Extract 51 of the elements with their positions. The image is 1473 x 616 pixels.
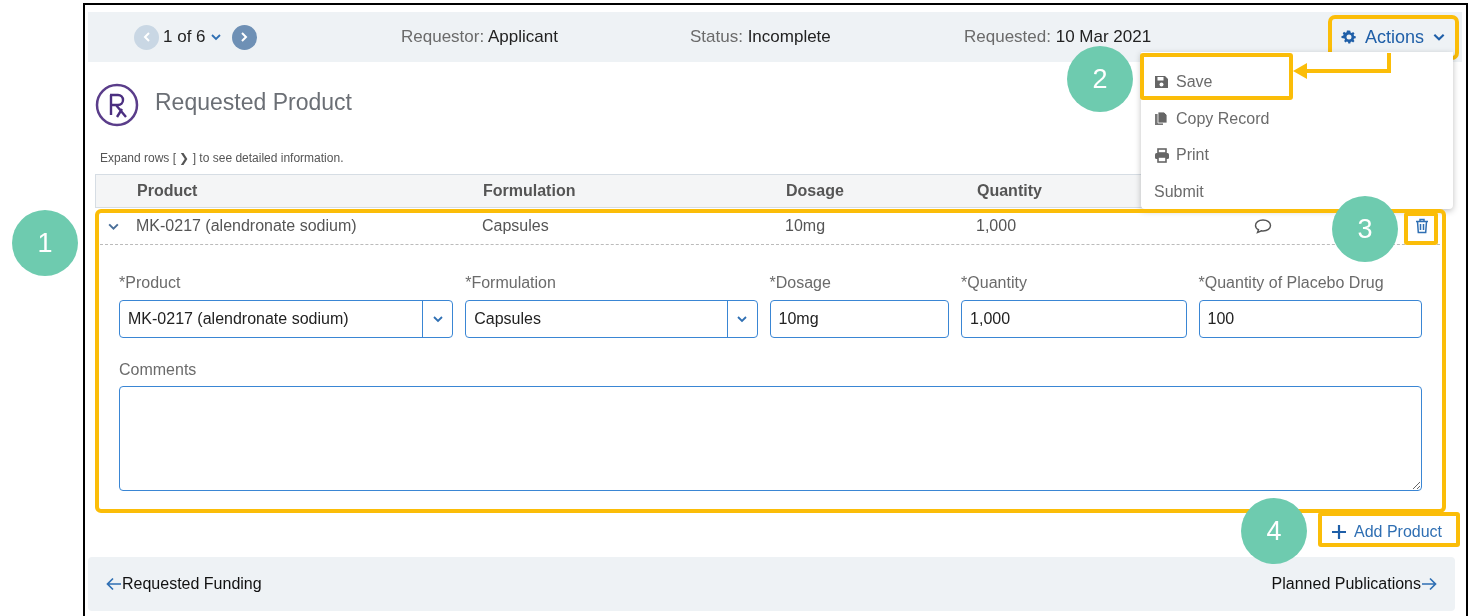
chevron-down-icon (736, 313, 748, 325)
documents-icon (1154, 111, 1170, 127)
menu-item[interactable]: Copy Record (1154, 100, 1270, 137)
header-field: Requestor: Applicant (401, 24, 690, 50)
callout-number: 2 (1067, 46, 1133, 112)
rx-logo-icon (95, 83, 139, 127)
input-field[interactable]: 1,000 (961, 300, 1187, 338)
table-cell-text: 1,000 (976, 216, 1018, 236)
field-label: Comments (119, 360, 198, 380)
arrow-left-icon (106, 577, 122, 591)
next-section-link[interactable]: Planned Publications (1271, 572, 1437, 596)
menu-item[interactable]: Submit (1154, 173, 1204, 210)
field-label: *Product (119, 273, 182, 293)
table-cell-text: 10mg (785, 216, 827, 236)
callout-number: 4 (1241, 498, 1307, 564)
comments-field[interactable] (119, 386, 1422, 491)
previous-section-link[interactable]: Requested Funding (106, 572, 262, 596)
plus-icon (1332, 525, 1346, 539)
arrow-right-icon (1421, 577, 1437, 591)
select-field[interactable]: Capsules (465, 300, 758, 338)
record-pager-dropdown[interactable]: 1 of 6 (163, 24, 222, 50)
input-field[interactable]: 100 (1198, 300, 1422, 338)
table-cell-text: MK-0217 (alendronate sodium) (136, 216, 358, 236)
column-header: Dosage (786, 181, 845, 201)
actions-button[interactable]: Actions (1331, 18, 1455, 56)
select-field[interactable]: MK-0217 (alendronate sodium) (119, 300, 454, 338)
column-header: Product (137, 181, 199, 201)
menu-item[interactable]: Print (1154, 137, 1209, 174)
field-label: *Quantity of Placebo Drug (1198, 273, 1385, 293)
speech-bubble-icon (1254, 218, 1272, 234)
comment-button[interactable] (1254, 218, 1272, 234)
column-header: Formulation (483, 181, 577, 201)
next-record-button[interactable] (231, 24, 257, 50)
delete-button[interactable] (1415, 218, 1429, 234)
hint-text: Expand rows [ ❯ ] to see detailed information. (100, 150, 344, 167)
field-label: *Quantity (961, 273, 1028, 293)
callout-number: 1 (12, 210, 78, 276)
callout-number: 3 (1332, 196, 1398, 262)
chevron-down-icon (431, 313, 444, 325)
field-label: *Formulation (465, 273, 557, 293)
trash-icon (1415, 218, 1429, 234)
gear-icon (1340, 29, 1357, 45)
header-field: Status: Incomplete (690, 24, 964, 50)
menu-item[interactable]: Save (1154, 64, 1213, 101)
section-title: Requested Product (155, 88, 352, 117)
table-cell-text: Capsules (482, 216, 550, 236)
printer-icon (1154, 147, 1170, 163)
chevron-down-icon (209, 31, 222, 43)
input-field[interactable]: 10mg (769, 300, 950, 338)
field-label: *Dosage (769, 273, 832, 293)
add-product-button[interactable]: Add Product (1332, 520, 1443, 544)
